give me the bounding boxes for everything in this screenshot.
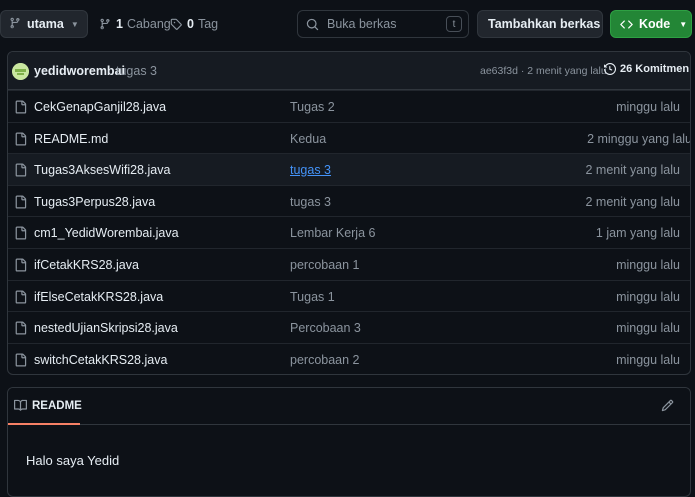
file-commit-time: minggu lalu <box>616 289 680 304</box>
file-row[interactable]: Tugas3AksesWifi28.java tugas 3 2 menit y… <box>8 153 690 185</box>
branches-label: Cabang <box>126 17 171 31</box>
file-commit-message[interactable]: tugas 3 <box>290 163 331 177</box>
chevron-down-icon: ▼ <box>70 19 79 29</box>
file-row[interactable]: README.md Kedua 2 minggu yang lalu <box>8 121 691 154</box>
file-row[interactable]: CekGenapGanjil28.java Tugas 2 minggu lal… <box>8 90 690 122</box>
file-row[interactable]: ifCetakKRS28.java percobaan 1 minggu lal… <box>8 247 690 280</box>
commit-hash-time[interactable]: ae63f3d · 2 menit yang lalu <box>480 65 607 77</box>
readme-content: Halo saya Yedid <box>26 453 120 468</box>
file-commit-message[interactable]: Tugas 2 <box>290 100 335 114</box>
avatar[interactable] <box>12 63 29 80</box>
file-commit-time: 2 minggu yang lalu <box>587 131 691 146</box>
git-branch-icon <box>9 17 21 32</box>
add-file-button[interactable]: Tambahkan berkas ▼ <box>477 10 617 38</box>
file-icon <box>14 132 27 149</box>
commits-link[interactable]: 26 Komitmen <box>604 63 689 75</box>
file-name[interactable]: CekGenapGanjil28.java <box>34 100 166 114</box>
tag-icon <box>170 18 182 30</box>
pencil-icon[interactable] <box>661 399 674 417</box>
code-button[interactable]: Kode ▼ <box>610 10 692 38</box>
code-label: Kode <box>639 17 671 31</box>
file-row[interactable]: nestedUjianSkripsi28.java Percobaan 3 mi… <box>8 311 690 343</box>
file-name[interactable]: nestedUjianSkripsi28.java <box>34 321 178 335</box>
file-icon <box>14 100 27 117</box>
file-commit-time: 1 jam yang lalu <box>595 226 680 241</box>
file-commit-time: minggu lalu <box>616 257 680 272</box>
file-name[interactable]: ifElseCetakKRS28.java <box>34 290 163 304</box>
readme-header: README <box>8 388 690 425</box>
history-icon <box>604 63 620 75</box>
file-row[interactable]: cm1_YedidWorembai.java Lembar Kerja 6 1 … <box>8 216 690 248</box>
file-name[interactable]: Tugas3Perpus28.java <box>34 195 155 209</box>
commit-author-link[interactable]: yedidworembai <box>34 64 125 78</box>
file-list: yedidworembai tugas 3 ae63f3d · 2 menit … <box>7 51 691 375</box>
file-row[interactable]: switchCetakKRS28.java percobaan 2 minggu… <box>8 342 690 374</box>
file-icon <box>14 353 27 370</box>
branches-count: 1 <box>116 17 123 31</box>
file-commit-message[interactable]: percobaan 1 <box>290 258 360 272</box>
branch-selector-button[interactable]: utama ▼ <box>0 10 88 38</box>
branch-name: utama <box>27 17 64 31</box>
file-name[interactable]: switchCetakKRS28.java <box>34 353 167 367</box>
code-icon <box>620 18 633 31</box>
chevron-down-icon: ▼ <box>679 19 688 29</box>
file-name[interactable]: ifCetakKRS28.java <box>34 258 139 272</box>
search-input[interactable] <box>325 16 445 32</box>
file-commit-time: minggu lalu <box>616 321 680 336</box>
file-commit-message[interactable]: Kedua <box>290 132 326 146</box>
file-search[interactable]: t <box>297 10 469 38</box>
branches-link[interactable]: 1 Cabang <box>99 10 171 38</box>
file-commit-message[interactable]: tugas 3 <box>290 195 331 209</box>
file-icon <box>14 258 27 275</box>
git-branch-icon <box>99 18 111 30</box>
file-name[interactable]: README.md <box>34 132 108 146</box>
active-tab-indicator <box>8 423 80 425</box>
file-icon <box>14 290 27 307</box>
readme-panel: README Halo saya Yedid <box>7 387 691 497</box>
readme-tab[interactable]: README <box>14 399 82 412</box>
commit-message[interactable]: tugas 3 <box>116 64 157 78</box>
tags-label: Tag <box>197 17 219 31</box>
book-icon <box>14 399 32 412</box>
file-icon <box>14 195 27 212</box>
file-commit-time: 2 menit yang lalu <box>585 194 680 209</box>
file-icon <box>14 163 27 180</box>
commits-count: 26 Komitmen <box>620 63 690 75</box>
add-file-label: Tambahkan berkas <box>488 17 601 31</box>
tags-count: 0 <box>187 17 194 31</box>
file-row[interactable]: Tugas3Perpus28.java tugas 3 2 menit yang… <box>8 184 690 217</box>
file-icon <box>14 226 27 243</box>
readme-tab-label: README <box>32 399 82 412</box>
file-commit-time: minggu lalu <box>616 352 680 367</box>
search-shortcut-key: t <box>446 16 462 32</box>
file-commit-message[interactable]: Tugas 1 <box>290 290 335 304</box>
file-icon <box>14 321 27 338</box>
file-commit-time: minggu lalu <box>616 100 680 114</box>
file-name[interactable]: cm1_YedidWorembai.java <box>34 226 179 240</box>
file-name[interactable]: Tugas3AksesWifi28.java <box>34 163 170 177</box>
tags-link[interactable]: 0 Tag <box>170 10 218 38</box>
latest-commit-bar: yedidworembai tugas 3 ae63f3d · 2 menit … <box>8 52 690 90</box>
file-commit-message[interactable]: Lembar Kerja 6 <box>290 226 375 240</box>
search-icon <box>306 18 319 31</box>
repo-toolbar: utama ▼ 1 Cabang 0 Tag t Tambahkan berka… <box>0 9 695 39</box>
file-commit-time: 2 menit yang lalu <box>585 163 680 178</box>
file-row[interactable]: ifElseCetakKRS28.java Tugas 1 minggu lal… <box>8 279 690 312</box>
file-commit-message[interactable]: percobaan 2 <box>290 353 360 367</box>
file-commit-message[interactable]: Percobaan 3 <box>290 321 361 335</box>
